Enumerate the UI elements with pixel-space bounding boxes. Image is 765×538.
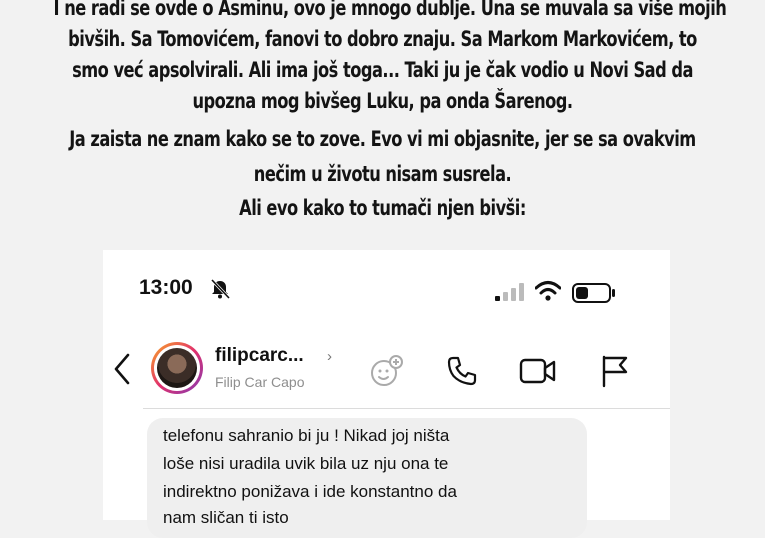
chat-username[interactable]: filipcarc... — [215, 345, 304, 367]
signal-icon — [495, 283, 524, 301]
sticker-icon[interactable] — [369, 353, 405, 389]
story-line: smo već apsolvirali. Ali ima još toga...… — [72, 58, 693, 82]
message-line: loše nisi uradila uvik bila uz nju ona t… — [163, 454, 449, 473]
story-line: I ne radi se ovde o Asminu, ovo je mnogo… — [53, 0, 727, 20]
message-line: telefonu sahranio bi ju ! Nikad joj ništ… — [163, 426, 450, 445]
story-line: Ja zaista ne znam kako se to zove. Evo v… — [69, 127, 696, 151]
story-line: nečim u životu nisam susrela. — [253, 162, 512, 186]
status-time: 13:00 — [139, 276, 193, 299]
story-line: Ali evo kako to tumači njen bivši: — [239, 196, 526, 220]
header-divider — [143, 408, 670, 409]
phone-icon[interactable] — [446, 355, 478, 387]
wifi-icon — [535, 281, 561, 301]
bell-muted-icon — [210, 278, 231, 300]
avatar[interactable] — [151, 342, 203, 394]
story-line: upozna mog bivšeg Luku, pa onda Šarenog. — [192, 89, 573, 113]
phone-screenshot: 13:00 filipcarc... › Filip Car Capo tele… — [103, 250, 670, 538]
flag-icon[interactable] — [599, 354, 631, 388]
back-chevron-icon[interactable] — [111, 352, 133, 386]
chevron-right-icon: › — [327, 348, 332, 365]
story-line: bivših. Sa Tomovićem, fanovi to dobro zn… — [68, 27, 697, 51]
message-line: indirektno ponižava i ide konstantno da — [163, 482, 457, 501]
story-caption: I ne radi se ovde o Asminu, ovo je mnogo… — [0, 0, 765, 240]
chat-full-name: Filip Car Capo — [215, 374, 305, 390]
video-icon[interactable] — [519, 356, 557, 386]
message-line: nam sličan ti isto — [163, 508, 289, 527]
profile-photo — [157, 348, 197, 388]
battery-icon — [572, 283, 615, 303]
